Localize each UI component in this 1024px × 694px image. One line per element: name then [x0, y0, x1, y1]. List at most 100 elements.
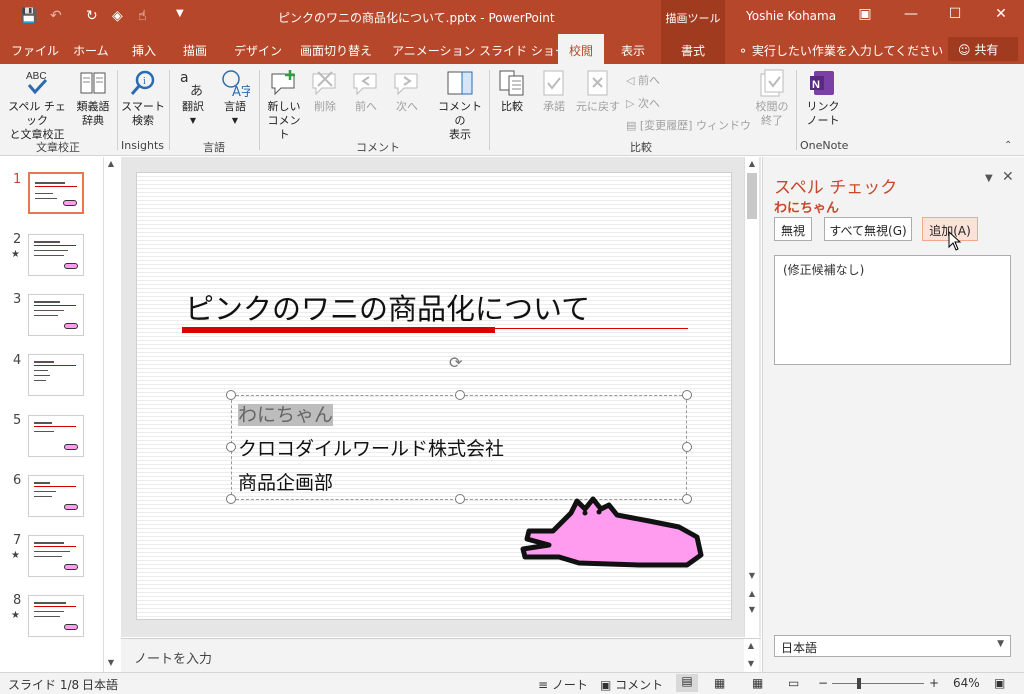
zoom-slider[interactable]	[832, 683, 924, 684]
resize-handle[interactable]	[682, 390, 692, 400]
resize-handle[interactable]	[455, 390, 465, 400]
next-comment-button[interactable]: 次へ	[389, 68, 425, 114]
compare-next-button[interactable]: ▷ 次へ	[626, 95, 660, 111]
slide-sorter-icon[interactable]: ▦	[714, 676, 725, 690]
tab-file[interactable]: ファイル	[11, 42, 59, 59]
thumbnail-slide-8[interactable]	[28, 595, 84, 637]
next-slide-icon[interactable]: ▼	[745, 603, 759, 617]
pane-options-icon[interactable]: ▼	[985, 173, 993, 184]
tab-slideshow[interactable]: スライド ショー	[479, 42, 567, 59]
close-pane-icon[interactable]: ✕	[1002, 169, 1014, 185]
company-name-line[interactable]: クロコダイルワールド株式会社	[238, 434, 504, 461]
resize-handle[interactable]	[455, 494, 465, 504]
lightbulb-icon: ⚬	[738, 44, 752, 58]
notes-pane[interactable]: ノートを入力 ▲ ▼	[121, 638, 761, 673]
language-button[interactable]: A字 言語 ▼	[216, 68, 254, 128]
previous-slide-icon[interactable]: ▲	[745, 587, 759, 601]
zoom-in-icon[interactable]: +	[929, 676, 939, 690]
resize-handle[interactable]	[682, 442, 692, 452]
smart-lookup-button[interactable]: i スマート 検索	[121, 68, 165, 128]
reading-view-icon[interactable]: ▦	[752, 676, 763, 690]
fit-to-window-icon[interactable]: ▣	[994, 676, 1005, 690]
reject-button[interactable]: 元に戻す	[575, 68, 621, 114]
linked-notes-button[interactable]: N リンク ノート	[803, 68, 843, 128]
tab-insert[interactable]: 挿入	[132, 42, 156, 59]
scroll-thumb[interactable]	[747, 173, 757, 219]
thumbnail-scrollbar[interactable]: ▲ ▼	[103, 157, 118, 672]
close-icon[interactable]: ✕	[986, 6, 1016, 22]
spell-check-button[interactable]: ABC スペル チェック と文章校正	[4, 68, 70, 142]
ignore-all-button[interactable]: すべて無視(G)	[824, 217, 912, 241]
tab-design[interactable]: デザイン	[234, 42, 282, 59]
minimize-icon[interactable]: —	[896, 6, 926, 22]
status-language[interactable]: 日本語	[82, 676, 118, 693]
previous-comment-button[interactable]: 前へ	[348, 68, 384, 114]
thumbnail-slide-2[interactable]	[28, 234, 84, 276]
new-comment-button[interactable]: 新しい コメント	[263, 68, 305, 142]
zoom-out-icon[interactable]: −	[818, 676, 828, 690]
rotate-handle-icon[interactable]: ⟳	[449, 353, 469, 373]
language-select[interactable]: 日本語 ▼	[774, 635, 1011, 657]
share-button[interactable]: ☺ 共有	[948, 37, 1018, 61]
next-comment-label: 次へ	[396, 100, 418, 113]
slideshow-icon[interactable]: ◈	[112, 8, 123, 24]
slide-canvas[interactable]: ピンクのワニの商品化について ⟳ わにちゃん クロコダイルワールド株式会社 商品…	[136, 172, 732, 620]
thumbnail-slide-1[interactable]	[28, 172, 84, 214]
ribbon-display-icon[interactable]: ▣	[850, 6, 880, 22]
scroll-up-icon[interactable]: ▲	[744, 639, 758, 653]
department-line[interactable]: 商品企画部	[238, 468, 333, 495]
redo-icon[interactable]: ↻	[86, 8, 98, 24]
touch-mode-icon[interactable]: ☝	[138, 8, 147, 24]
scroll-down-icon[interactable]: ▼	[104, 656, 118, 670]
scroll-down-icon[interactable]: ▼	[744, 657, 758, 671]
tab-transitions[interactable]: 画面切り替え	[300, 42, 372, 59]
tab-animations[interactable]: アニメーション	[392, 42, 476, 59]
thumbnail-slide-7[interactable]	[28, 535, 84, 577]
save-icon[interactable]: 💾	[20, 8, 37, 24]
tab-format[interactable]: 書式	[661, 34, 725, 64]
resize-handle[interactable]	[226, 442, 236, 452]
translate-button[interactable]: aあ 翻訳 ▼	[174, 68, 212, 128]
thumbnail-slide-4[interactable]	[28, 354, 84, 396]
thumbnail-slide-6[interactable]	[28, 475, 84, 517]
tab-review[interactable]: 校閲	[558, 34, 605, 64]
compare-previous-button[interactable]: ◁ 前へ	[626, 72, 660, 88]
scroll-up-icon[interactable]: ▲	[104, 157, 118, 171]
tab-draw[interactable]: 描画	[183, 42, 207, 59]
notes-scrollbar[interactable]: ▲ ▼	[744, 639, 759, 673]
zoom-slider-thumb[interactable]	[857, 678, 861, 689]
subtitle-textbox[interactable]: わにちゃん クロコダイルワールド株式会社 商品企画部	[226, 390, 692, 504]
thumbnail-slide-3[interactable]	[28, 294, 84, 336]
undo-icon[interactable]: ↶	[50, 8, 62, 24]
collapse-ribbon-icon[interactable]: ⌃	[1004, 140, 1012, 151]
zoom-level[interactable]: 64%	[953, 676, 980, 690]
show-comments-button[interactable]: コメントの 表示	[434, 68, 486, 142]
misspelled-word-highlight[interactable]: わにちゃん	[238, 404, 334, 426]
normal-view-icon[interactable]: ▤	[676, 674, 698, 692]
resize-handle[interactable]	[226, 494, 236, 504]
tab-view[interactable]: 表示	[621, 42, 645, 59]
thumbnail-slide-5[interactable]	[28, 415, 84, 457]
slide-scrollbar[interactable]: ▲ ▼ ▲ ▼	[744, 157, 759, 637]
resize-handle[interactable]	[226, 390, 236, 400]
slide-title[interactable]: ピンクのワニの商品化について	[185, 286, 590, 328]
tab-home[interactable]: ホーム	[73, 42, 109, 59]
compare-button[interactable]: 比較	[495, 68, 529, 114]
tell-me-search[interactable]: ⚬ 実行したい作業を入力してください	[738, 42, 943, 59]
revisions-pane-button[interactable]: ▤ [変更履歴] ウィンドウ	[626, 117, 751, 133]
accept-button[interactable]: 承諾	[537, 68, 571, 114]
slideshow-view-icon[interactable]: ▭	[788, 676, 799, 690]
user-name[interactable]: Yoshie Kohama	[746, 9, 836, 23]
delete-comment-button[interactable]: 削除	[307, 68, 343, 114]
comments-toggle[interactable]: ▣ コメント	[600, 676, 663, 693]
customize-qat-icon[interactable]: ▼	[176, 8, 184, 19]
thesaurus-button[interactable]: 類義語 辞典	[73, 68, 113, 128]
ignore-button[interactable]: 無視	[774, 217, 812, 241]
notes-icon: ≡	[538, 678, 552, 692]
scroll-up-icon[interactable]: ▲	[745, 157, 759, 171]
notes-toggle[interactable]: ≡ ノート	[538, 676, 588, 693]
scroll-down-icon[interactable]: ▼	[745, 569, 759, 583]
end-review-button[interactable]: 校閲の 終了	[752, 68, 792, 128]
maximize-icon[interactable]: ☐	[940, 6, 970, 22]
suggestions-list[interactable]: (修正候補なし)	[774, 255, 1011, 365]
